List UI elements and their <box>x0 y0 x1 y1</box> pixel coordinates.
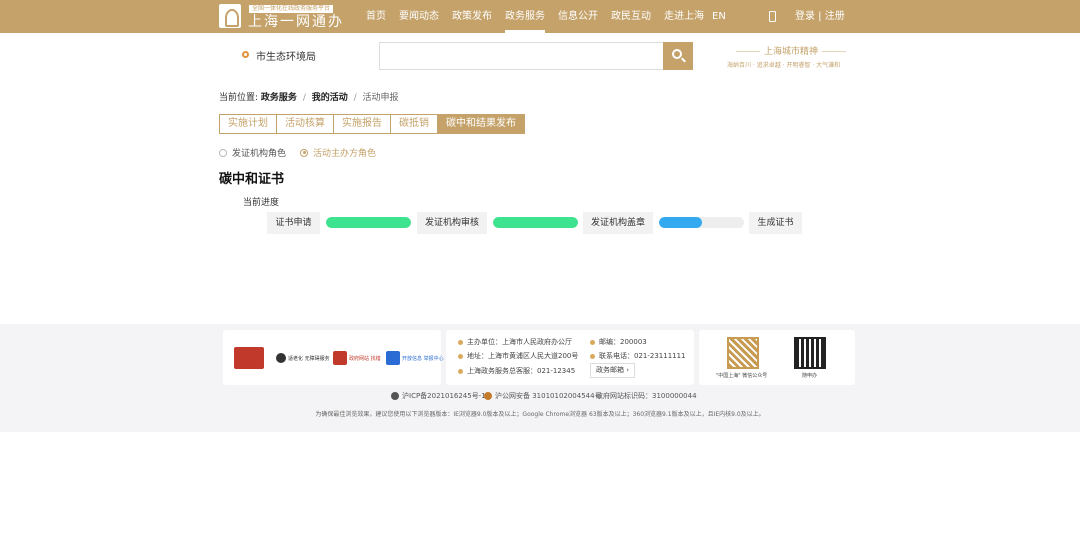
breadcrumb: 当前位置: 政务服务 / 我的活动 / 活动申报 <box>219 93 399 103</box>
step-stamp: 发证机构盖章 <box>583 212 653 234</box>
address-info: 地址：上海市黄浦区人民大道200号 <box>458 351 578 361</box>
search-button[interactable] <box>663 42 693 70</box>
tab-bar: 实施计划 活动核算 实施报告 碳抵销 碳中和结果发布 <box>219 114 525 134</box>
role-radio[interactable]: 活动主办方角色 <box>300 146 376 159</box>
police-record[interactable]: 沪公网安备 31010102004544号 <box>484 391 602 401</box>
city-spirit-title: 上海城市精神 <box>732 44 850 57</box>
step-review: 发证机构审核 <box>417 212 487 234</box>
logo-icon <box>219 4 241 28</box>
accessibility-badge[interactable]: 适老化 无障碍服务 <box>276 346 330 370</box>
nav-item[interactable]: 首页 <box>366 0 386 33</box>
role-label: 发证机构角色 <box>232 149 287 159</box>
logo-tagline: 全国一体化在线政务服务平台 <box>249 5 334 13</box>
nav-item[interactable]: 要闻动态 <box>399 0 439 33</box>
nav-item[interactable]: 政务服务 <box>505 0 545 33</box>
browser-tip: 为确保最佳浏览效果，建议您使用以下浏览器版本：IE浏览器9.0版本及以上；Goo… <box>315 411 765 418</box>
language-switch[interactable]: EN <box>712 0 726 33</box>
tab-item[interactable]: 碳中和结果发布 <box>437 114 525 134</box>
step-apply: 证书申请 <box>267 212 320 234</box>
breadcrumb-prefix: 当前位置: <box>219 93 259 103</box>
breadcrumb-item[interactable]: 政务服务 <box>261 93 297 103</box>
progress-fill <box>493 217 578 228</box>
progress-bar <box>326 217 411 228</box>
tab-item[interactable]: 碳抵销 <box>390 114 438 134</box>
progress-bar <box>659 217 744 228</box>
phone-info: 联系电话：021-23111111 <box>590 351 686 361</box>
gov-mailbox-button[interactable]: 政务邮箱 › <box>590 363 636 378</box>
nav-item[interactable]: 信息公开 <box>558 0 598 33</box>
wechat-qr-code <box>727 337 759 369</box>
breadcrumb-item[interactable]: 我的活动 <box>312 93 348 103</box>
nav-item[interactable]: 政民互动 <box>611 0 651 33</box>
step-generate: 生成证书 <box>749 212 802 234</box>
progress-label: 当前进度 <box>243 198 280 208</box>
suishenban-qr-label: 随申办 <box>802 373 818 379</box>
tab-item[interactable]: 实施报告 <box>333 114 391 134</box>
location-selector[interactable]: 市生态环境局 <box>256 48 316 63</box>
progress-bar <box>493 217 578 228</box>
nav-item[interactable]: 走进上海 <box>664 0 704 33</box>
suishenban-qr-code <box>794 337 826 369</box>
breadcrumb-current: 活动申报 <box>362 93 399 103</box>
location-icon <box>242 51 249 58</box>
wechat-qr-label: "中国上海" 微信公众号 <box>716 373 768 379</box>
tab-item[interactable]: 实施计划 <box>219 114 277 134</box>
search-input[interactable] <box>379 42 663 70</box>
party-badge[interactable] <box>234 346 266 370</box>
login-register-link[interactable]: 登录 | 注册 <box>795 0 845 33</box>
radio-icon <box>300 148 309 157</box>
site-logo[interactable]: 全国一体化在线政务服务平台 上海一网通办 <box>219 4 349 30</box>
host-info: 主办单位：上海市人民政府办公厅 <box>458 337 572 347</box>
icp-record[interactable]: 沪ICP备2021016245号-1 <box>391 391 486 401</box>
tab-item[interactable]: 活动核算 <box>276 114 334 134</box>
info-security-badge[interactable]: 开放信息 举报中心 <box>386 346 444 370</box>
role-selector: 发证机构角色 活动主办方角色 <box>219 146 390 159</box>
postcode-info: 邮编：200003 <box>590 337 647 347</box>
progress-fill <box>659 217 702 228</box>
main-nav: 首页 要闻动态 政策发布 政务服务 信息公开 政民互动 走进上海 <box>366 0 717 33</box>
nav-item[interactable]: 政策发布 <box>452 0 492 33</box>
site-id: 政府网站标识码：3100000044 <box>596 392 697 400</box>
logo-title: 上海一网通办 <box>248 14 344 30</box>
mobile-icon[interactable] <box>769 11 776 22</box>
section-title: 碳中和证书 <box>219 172 285 187</box>
radio-icon <box>219 148 227 157</box>
role-radio[interactable]: 发证机构角色 <box>219 146 286 159</box>
gov-error-badge[interactable]: 政府网站 找错 <box>333 346 381 370</box>
role-label: 活动主办方角色 <box>313 149 377 159</box>
progress-fill <box>326 217 411 228</box>
hotline-info: 上海政务服务总客服：021-12345 <box>458 366 575 376</box>
city-spirit-subtitle: 海纳百川 · 追求卓越 · 开明睿智 · 大气谦和 <box>727 62 841 69</box>
